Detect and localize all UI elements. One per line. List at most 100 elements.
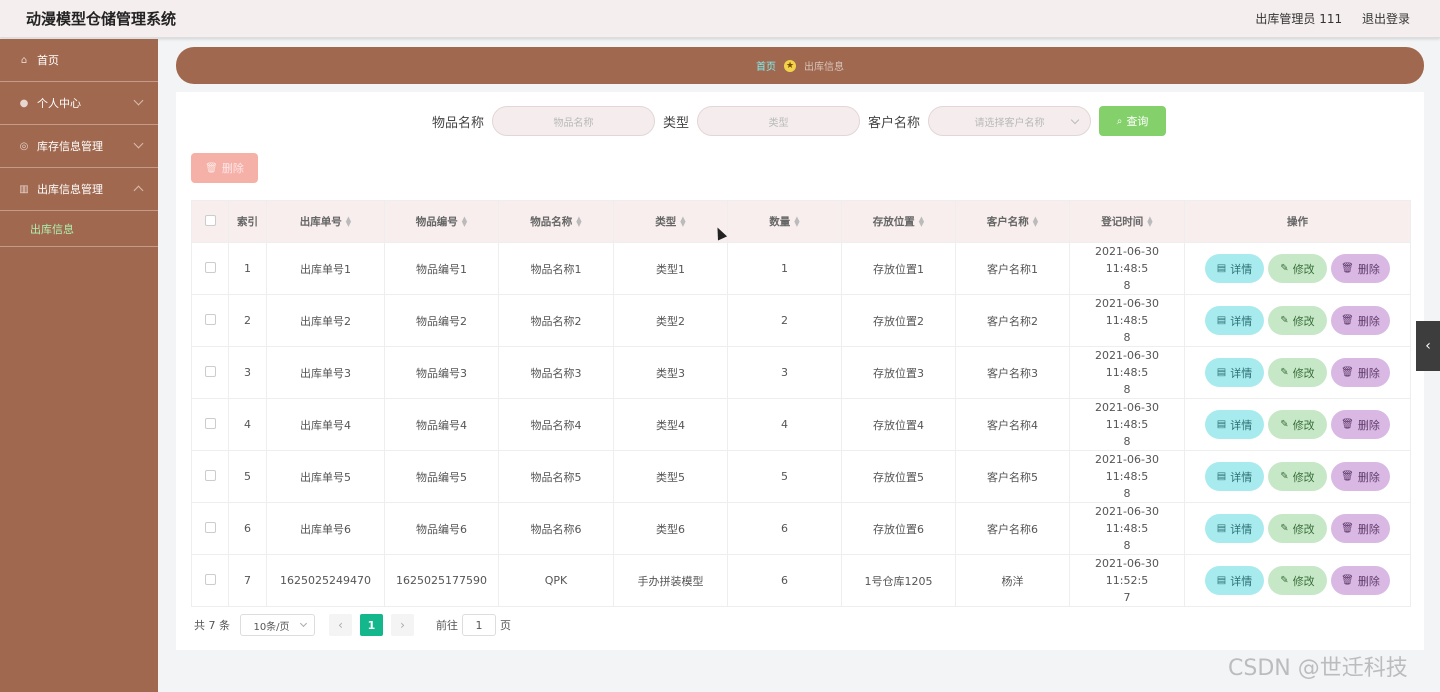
row-checkbox[interactable]: [204, 313, 216, 325]
time-text: 2021-06-30 11:48:5: [1095, 297, 1159, 327]
home-icon: ⌂: [20, 54, 28, 66]
breadcrumb: 首页 ★ 出库信息: [176, 47, 1424, 84]
logout-link[interactable]: 退出登录: [1362, 12, 1410, 26]
edit-button[interactable]: ✎ 修改: [1268, 566, 1327, 595]
document-icon: ▤: [1216, 263, 1227, 274]
edit-button[interactable]: ✎ 修改: [1268, 306, 1327, 335]
trash-icon: 🗑: [1341, 263, 1354, 274]
row-select-cell[interactable]: [191, 502, 229, 555]
column-header[interactable]: 存放位置 ▲ ▼: [841, 200, 956, 243]
delete-button[interactable]: 🗑 删除: [1331, 358, 1390, 387]
detail-button[interactable]: ▤ 详情: [1205, 254, 1264, 283]
sort-icon[interactable]: ▲ ▼: [794, 216, 799, 228]
sidebar-subitem-outbound-info[interactable]: 出库信息: [0, 211, 158, 247]
location-cell: 存放位置3: [841, 346, 956, 399]
query-button[interactable]: ⌕ 查询: [1099, 106, 1167, 136]
detail-button[interactable]: ▤ 详情: [1205, 358, 1264, 387]
sort-icon[interactable]: ▲ ▼: [576, 216, 581, 228]
item-no-cell: 物品编号4: [384, 398, 499, 451]
item-name-placeholder: 物品名称: [553, 117, 594, 129]
delete-button[interactable]: 🗑 删除: [1331, 306, 1390, 335]
row-checkbox[interactable]: [204, 417, 216, 429]
detail-button[interactable]: ▤ 详情: [1205, 514, 1264, 543]
row-select-cell[interactable]: [191, 242, 229, 295]
goto-page-input[interactable]: 1: [462, 614, 496, 636]
page-number-button[interactable]: 1: [360, 614, 383, 636]
edit-button[interactable]: ✎ 修改: [1268, 410, 1327, 439]
delete-button[interactable]: 🗑 删除: [1331, 566, 1390, 595]
column-header[interactable]: 物品编号 ▲ ▼: [384, 200, 499, 243]
item-name-cell: 物品名称4: [498, 398, 614, 451]
time-cell: 2021-06-30 11:48:5 8: [1069, 294, 1185, 347]
edit-label: 修改: [1292, 418, 1315, 432]
edit-button[interactable]: ✎ 修改: [1268, 514, 1327, 543]
location-cell: 存放位置2: [841, 294, 956, 347]
row-checkbox[interactable]: [204, 365, 216, 377]
edit-button[interactable]: ✎ 修改: [1268, 254, 1327, 283]
row-checkbox[interactable]: [204, 573, 216, 585]
row-select-cell[interactable]: [191, 346, 229, 399]
detail-button[interactable]: ▤ 详情: [1205, 462, 1264, 491]
item-no-cell: 物品编号3: [384, 346, 499, 399]
prev-page-button[interactable]: ‹: [329, 614, 352, 636]
actions-cell: ▤ 详情 ✎ 修改 🗑 删除: [1184, 242, 1411, 295]
row-select-cell[interactable]: [191, 294, 229, 347]
type-label: 类型: [663, 115, 690, 131]
sort-icon[interactable]: ▲ ▼: [1033, 216, 1038, 228]
row-select-cell[interactable]: [191, 554, 229, 607]
main-panel: 物品名称 物品名称 类型 类型 客户名称 请选择客户名称 ⌕ 查询 🗑 删除 索…: [176, 92, 1424, 650]
row-select-cell[interactable]: [191, 398, 229, 451]
column-header[interactable]: 数量 ▲ ▼: [727, 200, 842, 243]
sidebar-item-profile[interactable]: ● 个人中心: [0, 82, 158, 125]
type-input[interactable]: 类型: [697, 106, 861, 136]
item-no-cell: 1625025177590: [384, 554, 499, 607]
sort-icon[interactable]: ▲ ▼: [462, 216, 467, 228]
sort-icon[interactable]: ▲ ▼: [346, 216, 351, 228]
edit-label: 修改: [1292, 262, 1315, 276]
row-checkbox[interactable]: [204, 261, 216, 273]
detail-button[interactable]: ▤ 详情: [1205, 306, 1264, 335]
column-header[interactable]: 出库单号 ▲ ▼: [266, 200, 385, 243]
document-icon: ▤: [1216, 575, 1227, 586]
column-header[interactable]: 物品名称 ▲ ▼: [498, 200, 614, 243]
sidebar-item-home[interactable]: ⌂ 首页: [0, 39, 158, 82]
item-name-cell: 物品名称3: [498, 346, 614, 399]
delete-button[interactable]: 🗑 删除: [1331, 462, 1390, 491]
column-header[interactable]: 登记时间 ▲ ▼: [1069, 200, 1185, 243]
breadcrumb-home[interactable]: 首页: [756, 58, 776, 73]
delete-button[interactable]: 🗑 删除: [1331, 410, 1390, 439]
select-all-checkbox[interactable]: [204, 214, 216, 226]
delete-button[interactable]: 🗑 删除: [1331, 514, 1390, 543]
row-checkbox[interactable]: [204, 521, 216, 533]
row-select-cell[interactable]: [191, 450, 229, 503]
column-header[interactable]: 类型 ▲ ▼: [613, 200, 728, 243]
sidebar-item-inventory[interactable]: ◎ 库存信息管理: [0, 125, 158, 168]
edit-label: 修改: [1292, 522, 1315, 536]
edit-button[interactable]: ✎ 修改: [1268, 358, 1327, 387]
edit-button[interactable]: ✎ 修改: [1268, 462, 1327, 491]
page-size-select[interactable]: 10条/页: [240, 614, 315, 636]
select-all-cell[interactable]: [191, 200, 229, 243]
panel-toggle-button[interactable]: ‹: [1416, 321, 1440, 371]
customer-select[interactable]: 请选择客户名称: [928, 106, 1092, 136]
query-button-label: 查询: [1126, 115, 1149, 128]
row-checkbox[interactable]: [204, 469, 216, 481]
trash-icon: 🗑: [1341, 471, 1354, 482]
column-header[interactable]: 客户名称 ▲ ▼: [955, 200, 1070, 243]
item-name-input[interactable]: 物品名称: [492, 106, 656, 136]
search-form: 物品名称 物品名称 类型 类型 客户名称 请选择客户名称 ⌕ 查询: [432, 106, 1167, 136]
table-row: 5 出库单号5 物品编号5 物品名称5 类型5 5 存放位置5 客户名称5 2021-06-30…: [191, 450, 1411, 503]
delete-button[interactable]: 🗑 删除: [1331, 254, 1390, 283]
detail-button[interactable]: ▤ 详情: [1205, 410, 1264, 439]
next-page-button[interactable]: ›: [391, 614, 414, 636]
pagination: 共 7 条 10条/页 ‹ 1 › 前往 1 页: [194, 614, 511, 636]
sort-icon[interactable]: ▲ ▼: [919, 216, 924, 228]
batch-delete-button[interactable]: 🗑 删除: [191, 153, 258, 183]
sort-icon[interactable]: ▲ ▼: [1147, 216, 1152, 228]
table-row: 2 出库单号2 物品编号2 物品名称2 类型2 2 存放位置2 客户名称2 2021-06-30…: [191, 294, 1411, 347]
sort-icon[interactable]: ▲ ▼: [680, 216, 685, 228]
sidebar: ⌂ 首页 ● 个人中心 ◎ 库存信息管理 ▥ 出库信息管理 出库信息: [0, 39, 158, 692]
sidebar-item-outbound[interactable]: ▥ 出库信息管理: [0, 168, 158, 211]
detail-button[interactable]: ▤ 详情: [1205, 566, 1264, 595]
time-cell: 2021-06-30 11:48:5 8: [1069, 242, 1185, 295]
